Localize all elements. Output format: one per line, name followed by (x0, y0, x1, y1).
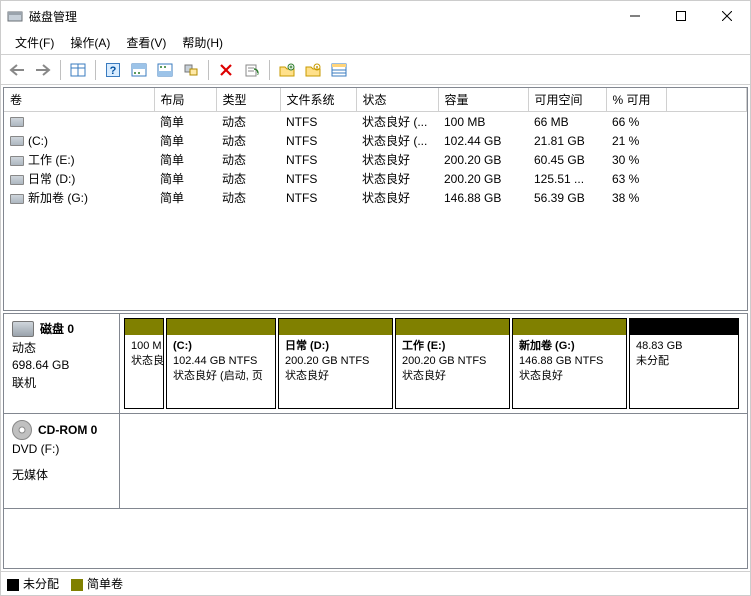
partition[interactable]: 工作 (E:)200.20 GB NTFS状态良好 (395, 318, 510, 409)
window-controls (612, 1, 750, 31)
disk-header-0: 磁盘 0 动态 698.64 GB 联机 (4, 314, 120, 413)
cdrom-type: DVD (F:) (12, 442, 111, 456)
nav-back-button[interactable] (5, 58, 29, 82)
view-list-button[interactable] (327, 58, 351, 82)
volume-icon (10, 175, 24, 185)
col-type[interactable]: 类型 (216, 88, 280, 112)
table-row[interactable]: 简单动态NTFS状态良好 (...100 MB66 MB66 % (4, 112, 747, 132)
volume-icon (10, 156, 24, 166)
table-row[interactable]: 工作 (E:)简单动态NTFS状态良好200.20 GB60.45 GB30 % (4, 150, 747, 169)
partition[interactable]: 100 M状态良 (124, 318, 164, 409)
col-pct[interactable]: % 可用 (606, 88, 666, 112)
cdrom-icon (12, 420, 32, 440)
disk-partitions: 100 M状态良(C:)102.44 GB NTFS状态良好 (启动, 页日常 … (120, 314, 747, 413)
col-capacity[interactable]: 容量 (438, 88, 528, 112)
toolbar-separator (60, 60, 61, 80)
swatch-olive (71, 579, 83, 591)
table-row[interactable]: (C:)简单动态NTFS状态良好 (...102.44 GB21.81 GB21… (4, 131, 747, 150)
disk-status: 联机 (12, 374, 111, 391)
swatch-black (7, 579, 19, 591)
partition[interactable]: 48.83 GB未分配 (629, 318, 739, 409)
folder-settings-button[interactable] (301, 58, 325, 82)
table-row[interactable]: 新加卷 (G:)简单动态NTFS状态良好146.88 GB56.39 GB38 … (4, 188, 747, 207)
cdrom-name: CD-ROM 0 (38, 423, 97, 437)
disk-graphical-pane[interactable]: 磁盘 0 动态 698.64 GB 联机 100 M状态良(C:)102.44 … (3, 313, 748, 569)
maximize-button[interactable] (658, 1, 704, 31)
col-layout[interactable]: 布局 (154, 88, 216, 112)
properties-button[interactable] (240, 58, 264, 82)
volume-icon (10, 194, 24, 204)
toolbar-separator (95, 60, 96, 80)
title-bar: 磁盘管理 (1, 1, 750, 31)
nav-forward-button[interactable] (31, 58, 55, 82)
table-row[interactable]: 日常 (D:)简单动态NTFS状态良好200.20 GB125.51 ...63… (4, 169, 747, 188)
menu-help[interactable]: 帮助(H) (174, 31, 231, 54)
window-title: 磁盘管理 (29, 8, 612, 25)
legend-unallocated: 未分配 (7, 575, 59, 592)
cdrom-header: CD-ROM 0 DVD (F:) 无媒体 (4, 414, 120, 508)
volume-table: 卷 布局 类型 文件系统 状态 容量 可用空间 % 可用 简单动态NTFS状态良… (4, 88, 747, 207)
partition-color-bar (167, 319, 275, 335)
menu-view[interactable]: 查看(V) (118, 31, 174, 54)
toolbar-separator (208, 60, 209, 80)
partition[interactable]: (C:)102.44 GB NTFS状态良好 (启动, 页 (166, 318, 276, 409)
col-fs[interactable]: 文件系统 (280, 88, 356, 112)
disk-icon (12, 321, 34, 337)
column-header-row: 卷 布局 类型 文件系统 状态 容量 可用空间 % 可用 (4, 88, 747, 112)
col-volume[interactable]: 卷 (4, 88, 154, 112)
partition-color-bar (630, 319, 738, 335)
view-top-button[interactable] (127, 58, 151, 82)
close-button[interactable] (704, 1, 750, 31)
disk-name: 磁盘 0 (40, 320, 74, 337)
col-spacer (666, 88, 747, 112)
col-status[interactable]: 状态 (356, 88, 438, 112)
menu-action[interactable]: 操作(A) (62, 31, 118, 54)
help-button[interactable]: ? (101, 58, 125, 82)
partition-color-bar (125, 319, 163, 335)
col-free[interactable]: 可用空间 (528, 88, 606, 112)
cdrom-status: 无媒体 (12, 466, 111, 483)
partition-color-bar (279, 319, 392, 335)
minimize-button[interactable] (612, 1, 658, 31)
cdrom-partitions (120, 414, 747, 508)
menu-bar: 文件(F) 操作(A) 查看(V) 帮助(H) (1, 31, 750, 55)
app-icon (7, 8, 23, 24)
disk-type: 动态 (12, 339, 111, 356)
partition[interactable]: 新加卷 (G:)146.88 GB NTFS状态良好 (512, 318, 627, 409)
volume-icon (10, 136, 24, 146)
disk-size: 698.64 GB (12, 358, 111, 372)
partition-color-bar (513, 319, 626, 335)
svg-text:?: ? (110, 65, 117, 77)
settings-button[interactable] (179, 58, 203, 82)
partition[interactable]: 日常 (D:)200.20 GB NTFS状态良好 (278, 318, 393, 409)
volume-icon (10, 117, 24, 127)
legend-bar: 未分配 简单卷 (1, 571, 750, 595)
toolbar-separator (269, 60, 270, 80)
volume-list-pane[interactable]: 卷 布局 类型 文件系统 状态 容量 可用空间 % 可用 简单动态NTFS状态良… (3, 87, 748, 311)
view-panes-button[interactable] (66, 58, 90, 82)
disk-row-cdrom[interactable]: CD-ROM 0 DVD (F:) 无媒体 (4, 414, 747, 509)
menu-file[interactable]: 文件(F) (7, 31, 62, 54)
delete-button[interactable] (214, 58, 238, 82)
disk-row-0[interactable]: 磁盘 0 动态 698.64 GB 联机 100 M状态良(C:)102.44 … (4, 314, 747, 414)
toolbar: ? (1, 55, 750, 85)
legend-simple-volume: 简单卷 (71, 575, 123, 592)
partition-color-bar (396, 319, 509, 335)
view-bottom-button[interactable] (153, 58, 177, 82)
new-folder-button[interactable] (275, 58, 299, 82)
